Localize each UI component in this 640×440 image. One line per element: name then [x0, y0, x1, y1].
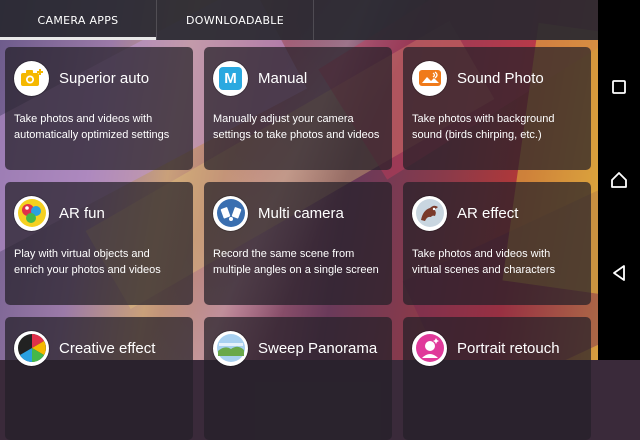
- back-button[interactable]: [604, 258, 634, 288]
- system-navigation-bar: [598, 0, 640, 360]
- app-description: Play with virtual objects and enrich you…: [14, 248, 161, 276]
- app-title: Sound Photo: [457, 69, 544, 87]
- back-icon: [613, 265, 625, 282]
- app-description: Take photos and videos with automaticall…: [14, 113, 170, 141]
- app-description: Take photos with background sound (birds…: [412, 113, 555, 141]
- app-card-sweep-panorama[interactable]: Sweep Panorama: [204, 317, 392, 440]
- app-description: Record the same scene from multiple angl…: [213, 248, 379, 276]
- app-title: Superior auto: [59, 69, 150, 87]
- app-card-portrait-retouch[interactable]: Portrait retouch: [403, 317, 591, 440]
- app-title: Portrait retouch: [457, 339, 560, 357]
- camera-apps-grid: Superior auto Take photos and videos wit…: [5, 47, 595, 440]
- sound-photo-icon: [412, 60, 447, 96]
- app-card-creative-effect[interactable]: Creative effect: [5, 317, 193, 440]
- app-title: AR fun: [59, 204, 105, 222]
- app-card-multi-camera[interactable]: Multi camera Record the same scene from …: [204, 182, 392, 305]
- sweep-panorama-icon: [213, 330, 248, 366]
- app-card-ar-fun[interactable]: AR fun Play with virtual objects and enr…: [5, 182, 193, 305]
- app-description: Take photos and videos with virtual scen…: [412, 248, 556, 276]
- recents-button[interactable]: [604, 72, 634, 102]
- home-button[interactable]: [604, 165, 634, 195]
- app-card-ar-effect[interactable]: AR effect Take photos and videos with vi…: [403, 182, 591, 305]
- app-description: Manually adjust your camera settings to …: [213, 113, 380, 141]
- portrait-retouch-icon: [412, 330, 447, 366]
- tab-camera-apps[interactable]: CAMERA APPS: [0, 0, 157, 40]
- app-title: AR effect: [457, 204, 519, 222]
- home-icon: [611, 172, 627, 188]
- app-title: Creative effect: [59, 339, 156, 357]
- app-title: Sweep Panorama: [258, 339, 378, 357]
- manual-m-icon: M: [213, 60, 248, 96]
- recents-icon: [612, 79, 626, 94]
- camera-plus-icon: [14, 60, 49, 96]
- ar-effect-icon: [412, 195, 447, 231]
- app-title: Multi camera: [258, 204, 344, 222]
- app-title: Manual: [258, 69, 308, 87]
- app-card-manual[interactable]: M Manual Manually adjust your camera set…: [204, 47, 392, 170]
- app-card-superior-auto[interactable]: Superior auto Take photos and videos wit…: [5, 47, 193, 170]
- ar-fun-icon: [14, 195, 49, 231]
- tab-downloadable[interactable]: DOWNLOADABLE: [157, 0, 314, 40]
- multi-camera-icon: [213, 195, 248, 231]
- app-card-sound-photo[interactable]: Sound Photo Take photos with background …: [403, 47, 591, 170]
- creative-effect-icon: [14, 330, 49, 366]
- tab-bar: CAMERA APPS DOWNLOADABLE: [0, 0, 598, 40]
